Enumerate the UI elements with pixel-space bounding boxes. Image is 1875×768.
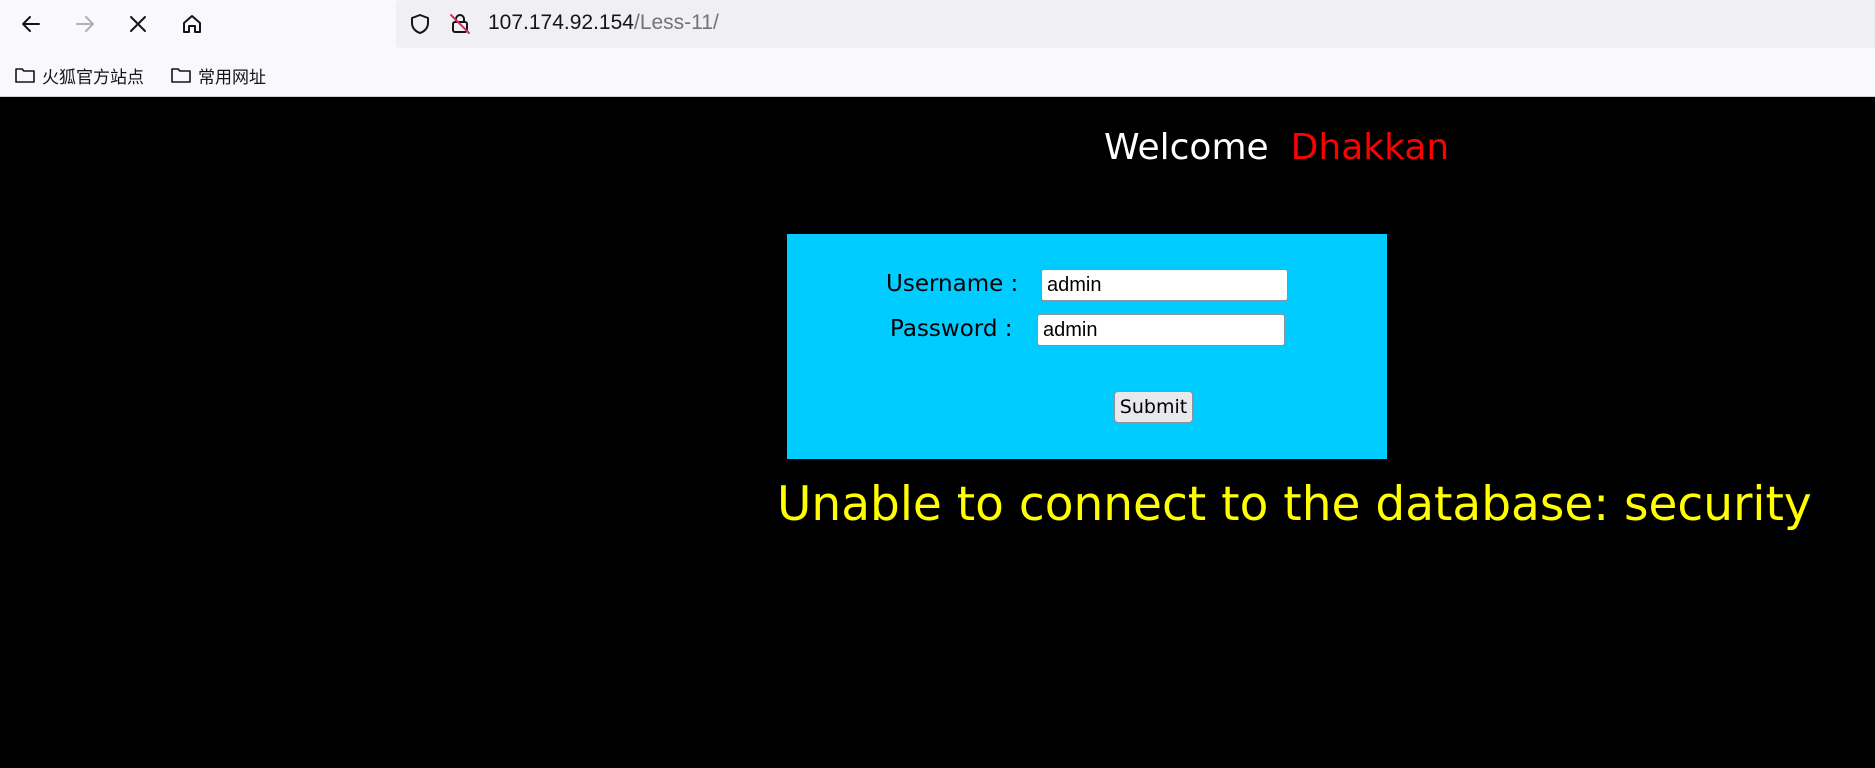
folder-icon [171,68,191,83]
arrow-left-icon [22,16,40,32]
url-path: /Less-11/ [633,11,719,34]
password-label: Password : [890,316,1013,342]
address-bar[interactable]: 107.174.92.154/Less-11/ [396,0,1875,48]
folder-icon [15,68,35,83]
bookmark-folder[interactable]: 火狐官方站点 [14,61,144,89]
error-message: Unable to connect to the database: secur… [777,477,1812,532]
welcome-heading: Welcome Dhakkan [1104,127,1449,168]
home-button[interactable] [172,6,212,42]
welcome-text: Welcome [1104,127,1269,168]
username-label: Username : [886,271,1019,297]
insecure-lock-icon[interactable] [448,12,472,36]
shield-icon[interactable] [408,12,432,36]
back-button[interactable] [11,6,51,42]
browser-toolbar: 107.174.92.154/Less-11/ 火狐官方站点 常用网址 [0,0,1875,97]
bookmark-folder[interactable]: 常用网址 [170,61,266,89]
bookmark-label: 常用网址 [198,67,266,88]
forward-button[interactable] [65,6,105,42]
password-input[interactable] [1037,314,1285,346]
home-icon [183,15,201,33]
close-icon [130,16,146,32]
url-host: 107.174.92.154 [488,11,634,34]
submit-button[interactable]: Submit [1114,391,1193,423]
welcome-name: Dhakkan [1290,127,1450,168]
username-input[interactable] [1041,269,1288,301]
page-content: Welcome Dhakkan Username : Password : Sub… [0,97,1875,768]
url-text[interactable]: 107.174.92.154/Less-11/ [488,11,719,35]
arrow-right-icon [76,16,94,32]
bookmark-label: 火狐官方站点 [42,67,144,88]
login-form: Username : Password : Submit [787,234,1387,459]
stop-button[interactable] [118,6,158,42]
